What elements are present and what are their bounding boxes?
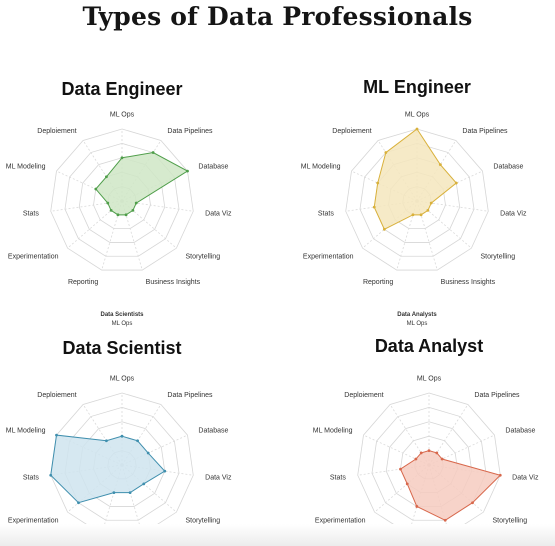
data-point-database bbox=[440, 457, 444, 461]
page-title: Types of Data Professionals bbox=[82, 2, 473, 31]
chart-title: ML Engineer bbox=[363, 77, 471, 97]
chart-note-2: ML Ops bbox=[407, 321, 428, 327]
axis-label-ml-modeling: ML Modeling bbox=[6, 164, 46, 171]
data-point-ml-ops bbox=[427, 449, 431, 452]
axis-label-experimentation: Experimentation bbox=[303, 254, 354, 261]
data-point-deploiement bbox=[419, 451, 423, 455]
data-point-business-insights bbox=[443, 518, 447, 522]
data-point-business-insights bbox=[419, 213, 423, 217]
axis-label-database: Database bbox=[198, 164, 228, 171]
data-point-data-pipelines bbox=[151, 151, 155, 154]
axis-label-storytelling: Storytelling bbox=[480, 254, 515, 261]
axis-label-deploiement: Deploiement bbox=[344, 392, 383, 399]
data-point-business-insights bbox=[128, 491, 132, 495]
axis-label-reporting: Reporting bbox=[68, 279, 98, 286]
axis-label-ml-ops: ML Ops bbox=[417, 376, 442, 383]
radar-chart-data-scientist: Data Scientist ML Ops Data Pipelines Databa… bbox=[6, 338, 232, 546]
axis-label-stats: Stats bbox=[23, 474, 39, 481]
axis-label-data-viz: Data Viz bbox=[512, 474, 539, 481]
axis-label-ml-modeling: ML Modeling bbox=[301, 164, 341, 171]
axis-label-ml-modeling: ML Modeling bbox=[6, 428, 46, 435]
data-point-database bbox=[186, 169, 189, 173]
data-point-storytelling bbox=[471, 501, 474, 505]
data-point-experimentation bbox=[382, 227, 386, 231]
data-point-reporting bbox=[116, 213, 120, 217]
data-point-ml-modeling bbox=[376, 181, 380, 185]
data-point-experimentation bbox=[77, 501, 80, 505]
axis-label-ml-ops: ML Ops bbox=[110, 376, 135, 383]
data-point-reporting bbox=[415, 505, 419, 508]
bottom-shade bbox=[0, 524, 555, 546]
axis-label-data-pipelines: Data Pipelines bbox=[167, 128, 213, 135]
axis-label-database: Database bbox=[493, 164, 523, 171]
data-point-stats bbox=[106, 201, 110, 205]
data-point-experimentation bbox=[109, 209, 113, 212]
data-point-reporting bbox=[411, 213, 415, 217]
axis-label-ml-ops: ML Ops bbox=[405, 112, 430, 119]
data-point-data-viz bbox=[163, 469, 167, 473]
chart-title: Data Scientist bbox=[62, 338, 181, 358]
axis-label-business-insights: Business Insights bbox=[146, 279, 201, 286]
data-point-deploiement bbox=[105, 439, 108, 443]
chart-note-1: Data Analysts bbox=[397, 312, 437, 318]
data-point-deploiement bbox=[105, 175, 108, 179]
data-point-business-insights bbox=[124, 213, 128, 217]
data-point-data-pipelines bbox=[435, 451, 439, 455]
axis-label-data-pipelines: Data Pipelines bbox=[167, 392, 213, 399]
data-point-ml-modeling bbox=[94, 187, 98, 191]
axis-label-database: Database bbox=[198, 428, 228, 435]
axis-label-data-pipelines: Data Pipelines bbox=[474, 392, 520, 399]
axis-label-data-viz: Data Viz bbox=[205, 210, 232, 217]
data-point-storytelling bbox=[142, 482, 146, 486]
radar-chart-data-analyst: Data Analyst ML Ops Data Pipelines Database… bbox=[313, 336, 539, 546]
axis-label-data-pipelines: Data Pipelines bbox=[462, 128, 508, 135]
data-point-reporting bbox=[112, 491, 116, 495]
radar-chart-ml-engineer: ML Engineer ML Ops Data Pipelines Database D… bbox=[301, 77, 527, 327]
axis-label-stats: Stats bbox=[330, 474, 346, 481]
axis-label-stats: Stats bbox=[318, 210, 334, 217]
data-point-experimentation bbox=[405, 482, 409, 486]
data-point-ml-modeling bbox=[55, 433, 58, 437]
series-area bbox=[373, 128, 458, 230]
axis-label-stats: Stats bbox=[23, 210, 39, 217]
data-point-ml-ops bbox=[120, 156, 124, 160]
data-point-data-pipelines bbox=[438, 163, 442, 167]
data-point-database bbox=[454, 181, 458, 185]
chart-title: Data Analyst bbox=[375, 336, 483, 356]
axis-label-storytelling: Storytelling bbox=[185, 254, 220, 261]
data-point-ml-ops bbox=[120, 434, 124, 438]
data-point-stats bbox=[372, 205, 376, 209]
axis-label-deploiement: Deploiement bbox=[332, 128, 371, 135]
data-point-deploiement bbox=[384, 151, 388, 154]
chart-title: Data Engineer bbox=[61, 79, 182, 99]
data-point-storytelling bbox=[131, 209, 135, 212]
data-point-stats bbox=[399, 467, 402, 471]
axis-label-business-insights: Business Insights bbox=[441, 279, 496, 286]
axis-label-reporting: Reporting bbox=[363, 279, 393, 286]
axis-label-deploiement: Deploiement bbox=[37, 128, 76, 135]
series-area bbox=[95, 152, 189, 216]
data-point-data-pipelines bbox=[136, 439, 139, 443]
data-point-ml-ops bbox=[415, 127, 419, 131]
axis-label-ml-modeling: ML Modeling bbox=[313, 428, 353, 435]
axis-label-database: Database bbox=[505, 428, 535, 435]
axis-label-data-viz: Data Viz bbox=[205, 474, 232, 481]
chart-note-2: ML Ops bbox=[112, 321, 133, 327]
axis-label-deploiement: Deploiement bbox=[37, 392, 76, 399]
data-point-stats bbox=[49, 473, 53, 477]
axis-label-experimentation: Experimentation bbox=[8, 254, 59, 261]
data-point-data-viz bbox=[429, 201, 433, 205]
series-area bbox=[50, 434, 166, 504]
series-area bbox=[399, 450, 502, 521]
radar-chart-data-engineer: Data Engineer ML Ops Data Pipelines Databas… bbox=[6, 79, 232, 327]
data-point-storytelling bbox=[426, 209, 430, 212]
axis-label-ml-ops: ML Ops bbox=[110, 112, 135, 119]
data-point-data-viz bbox=[498, 473, 502, 477]
data-point-ml-modeling bbox=[414, 457, 418, 461]
data-point-database bbox=[146, 451, 150, 455]
data-point-data-viz bbox=[134, 201, 138, 205]
axis-label-data-viz: Data Viz bbox=[500, 210, 527, 217]
chart-note-1: Data Scientists bbox=[100, 312, 144, 318]
